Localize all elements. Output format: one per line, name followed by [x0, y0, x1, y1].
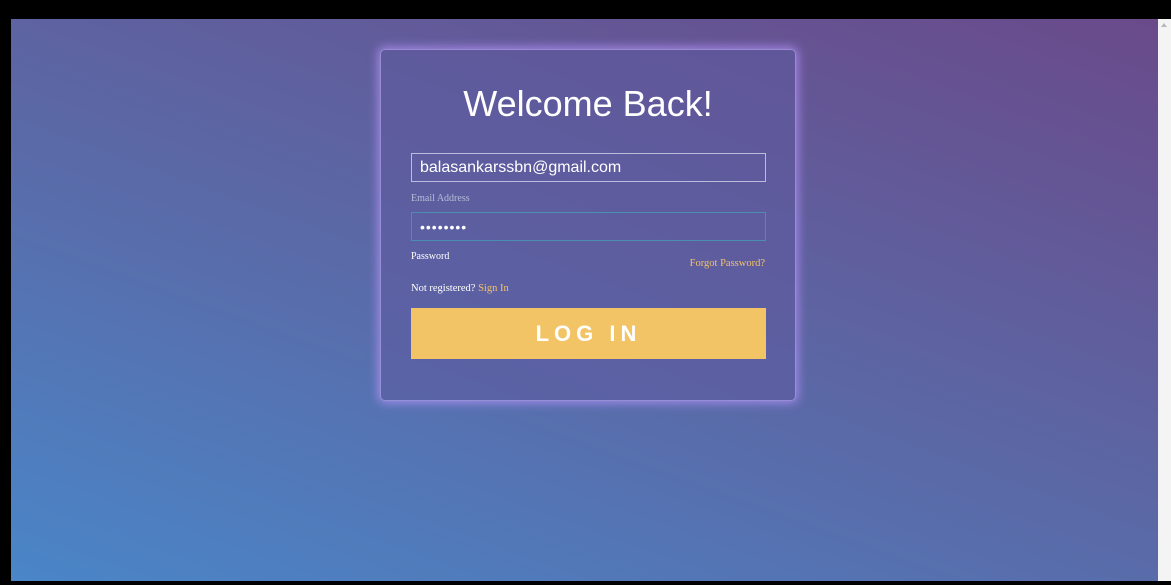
password-label: Password: [411, 251, 450, 262]
register-prompt: Not registered?: [411, 283, 476, 294]
scrollbar[interactable]: [1158, 19, 1171, 581]
login-card: Welcome Back! Email Address Password For…: [380, 49, 796, 401]
email-input[interactable]: [411, 153, 766, 182]
register-row: Not registered? Sign In: [411, 283, 509, 294]
sign-in-link[interactable]: Sign In: [478, 283, 509, 294]
forgot-password-link[interactable]: Forgot Password?: [690, 258, 765, 269]
email-label: Email Address: [411, 193, 470, 204]
password-input[interactable]: [411, 212, 766, 241]
page-title: Welcome Back!: [463, 83, 713, 124]
page-background: Welcome Back! Email Address Password For…: [11, 19, 1158, 581]
login-button[interactable]: LOG IN: [411, 308, 766, 359]
scroll-up-arrow-icon[interactable]: [1161, 23, 1167, 27]
